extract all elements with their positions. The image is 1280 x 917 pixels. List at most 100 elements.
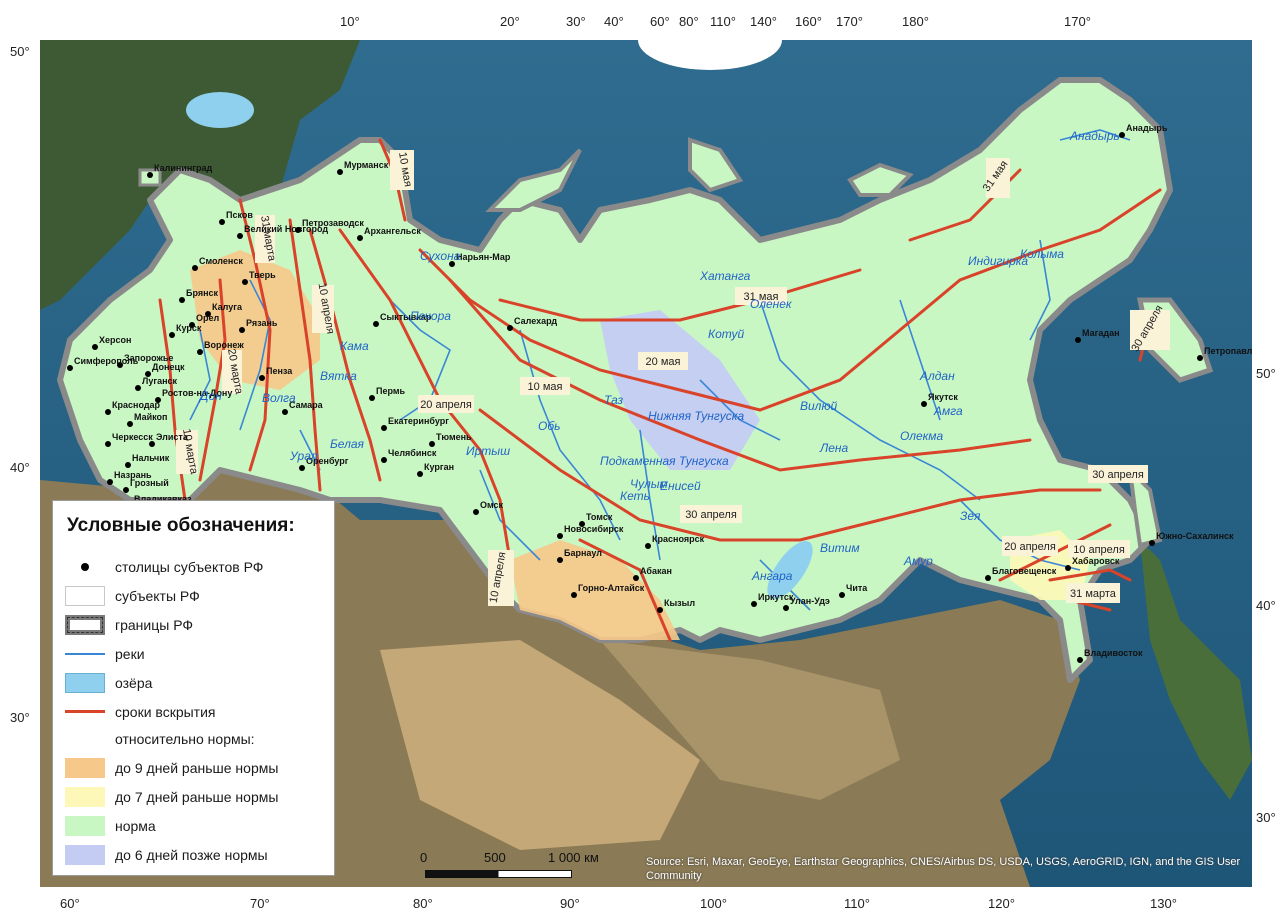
graticule-bottom-2: 70°	[250, 896, 270, 911]
city-label: Магадан	[1082, 328, 1120, 338]
city-marker[interactable]	[571, 592, 577, 598]
city-marker[interactable]	[1077, 657, 1083, 663]
breakup-label: 10 мая	[528, 381, 563, 393]
city-marker[interactable]	[985, 575, 991, 581]
graticule-left-1: 50°	[10, 44, 30, 59]
city-marker[interactable]	[127, 421, 133, 427]
city-marker[interactable]	[239, 327, 245, 333]
city-label: Петрозаводск	[302, 218, 364, 228]
early9-box-icon	[65, 758, 105, 778]
river-label: Колыма	[1020, 247, 1064, 261]
city-marker[interactable]	[337, 169, 343, 175]
city-marker[interactable]	[1197, 355, 1203, 361]
legend-row-subjects: субъекты РФ	[65, 585, 200, 607]
city-label: Красноярск	[652, 534, 705, 544]
city-marker[interactable]	[633, 575, 639, 581]
city-marker[interactable]	[197, 349, 203, 355]
city-marker[interactable]	[295, 227, 301, 233]
city-marker[interactable]	[169, 332, 175, 338]
city-marker[interactable]	[751, 601, 757, 607]
norm-box-icon	[65, 816, 105, 836]
city-marker[interactable]	[507, 325, 513, 331]
city-marker[interactable]	[149, 441, 155, 447]
city-marker[interactable]	[645, 543, 651, 549]
city-marker[interactable]	[921, 401, 927, 407]
city-marker[interactable]	[135, 385, 141, 391]
legend-row-late6: до 6 дней позже нормы	[65, 844, 268, 866]
city-label: Абакан	[640, 566, 672, 576]
city-label: Курган	[424, 462, 454, 472]
graticule-bottom-6: 110°	[844, 896, 870, 911]
graticule-right-1: 50°	[1256, 366, 1276, 381]
city-marker[interactable]	[381, 457, 387, 463]
scale-label-1000: 1 000 км	[548, 850, 599, 865]
legend-label-borders: границы РФ	[115, 617, 194, 633]
city-label: Хабаровск	[1072, 556, 1120, 566]
city-label: Петропавловск-Камчатский	[1204, 346, 1252, 356]
legend-row-borders: границы РФ	[65, 614, 193, 636]
city-marker[interactable]	[1149, 540, 1155, 546]
city-marker[interactable]	[259, 375, 265, 381]
city-marker[interactable]	[192, 265, 198, 271]
river-line-icon	[65, 644, 105, 664]
river-label: Вятка	[320, 369, 357, 383]
city-marker[interactable]	[219, 219, 225, 225]
breakup-label: 10 апреля	[1073, 544, 1125, 556]
city-marker[interactable]	[429, 441, 435, 447]
city-marker[interactable]	[579, 521, 585, 527]
graticule-bottom-3: 80°	[413, 896, 433, 911]
city-marker[interactable]	[299, 465, 305, 471]
city-marker[interactable]	[125, 462, 131, 468]
city-marker[interactable]	[237, 233, 243, 239]
city-label: Якутск	[928, 392, 958, 402]
city-marker[interactable]	[473, 509, 479, 515]
city-marker[interactable]	[369, 395, 375, 401]
river-label: Обь	[538, 419, 560, 433]
city-marker[interactable]	[1119, 132, 1125, 138]
city-label: Орел	[196, 313, 220, 323]
river-label: Олекма	[900, 429, 944, 443]
river-label: Зея	[960, 509, 981, 523]
city-marker[interactable]	[282, 409, 288, 415]
breakup-label: 20 апреля	[420, 399, 472, 411]
legend-label-breakup: сроки вскрытия	[115, 704, 216, 720]
graticule-bottom-7: 120°	[988, 896, 1015, 911]
city-marker[interactable]	[557, 533, 563, 539]
city-marker[interactable]	[105, 441, 111, 447]
breakup-label: 30 апреля	[685, 509, 737, 521]
graticule-top-4: 40°	[604, 14, 624, 29]
city-marker[interactable]	[381, 425, 387, 431]
city-marker[interactable]	[147, 172, 153, 178]
city-marker[interactable]	[67, 365, 73, 371]
legend-label-early7: до 7 дней раньше нормы	[115, 789, 279, 805]
river-label: Печора	[410, 309, 451, 323]
graticule-bottom-5: 100°	[700, 896, 727, 911]
city-marker[interactable]	[357, 235, 363, 241]
city-marker[interactable]	[179, 297, 185, 303]
city-marker[interactable]	[839, 592, 845, 598]
city-label: Анадырь	[1126, 123, 1168, 133]
city-marker[interactable]	[1065, 565, 1071, 571]
city-marker[interactable]	[557, 557, 563, 563]
city-marker[interactable]	[107, 479, 113, 485]
river-label: Оленек	[750, 297, 793, 311]
city-label: Краснодар	[112, 400, 161, 410]
city-marker[interactable]	[373, 321, 379, 327]
city-marker[interactable]	[123, 487, 129, 493]
city-marker[interactable]	[242, 279, 248, 285]
river-label: Белая	[330, 437, 365, 451]
subject-box-icon	[65, 586, 105, 606]
graticule-top-6: 80°	[679, 14, 699, 29]
city-marker[interactable]	[105, 409, 111, 415]
city-marker[interactable]	[92, 344, 98, 350]
city-marker[interactable]	[417, 471, 423, 477]
city-marker[interactable]	[657, 607, 663, 613]
city-marker[interactable]	[783, 605, 789, 611]
legend-row-early7: до 7 дней раньше нормы	[65, 786, 278, 808]
city-label: Улан-Удэ	[790, 596, 830, 606]
city-label: Смоленск	[199, 256, 243, 266]
river-label: Лена	[819, 441, 849, 455]
legend: Условные обозначения: столицы субъектов …	[52, 500, 335, 876]
city-marker[interactable]	[1075, 337, 1081, 343]
